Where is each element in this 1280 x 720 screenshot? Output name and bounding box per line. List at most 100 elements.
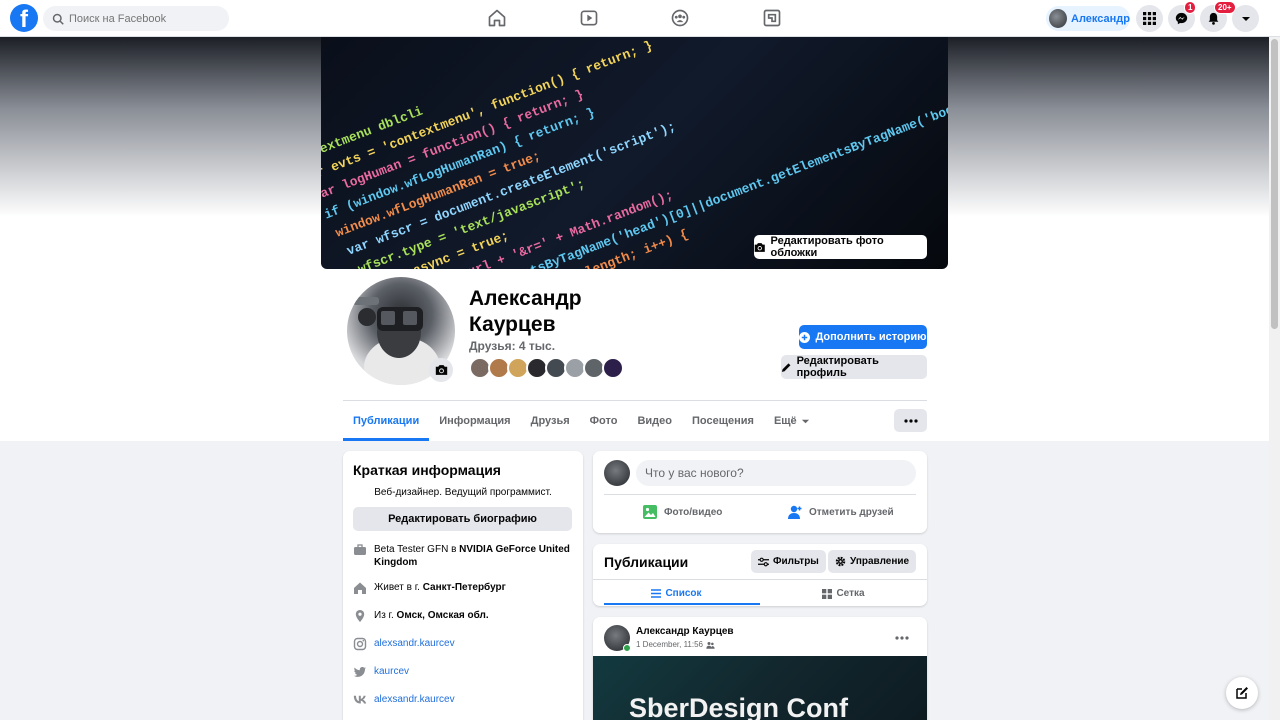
tab-videos[interactable]: Видео [627,401,682,441]
friends-audience-icon [706,641,715,649]
tab-posts[interactable]: Публикации [343,401,430,441]
post-author[interactable]: Александр Каурцев [636,626,734,637]
photo-video-button[interactable]: Фото/видео [642,504,722,520]
update-profile-picture-button[interactable] [429,358,453,382]
messenger-button[interactable]: 1 [1168,1,1197,32]
lives-city-link[interactable]: Санкт-Петербург [423,582,506,593]
location-pin-icon [355,610,365,622]
edit-bio-button[interactable]: Редактировать биографию [353,507,572,531]
tag-friends-icon [788,505,802,519]
intro-card: Краткая информация Веб-дизайнер. Ведущий… [343,451,583,720]
instagram-icon [353,637,367,651]
grid-view-label: Сетка [836,588,865,599]
filters-label: Фильтры [773,556,819,567]
tab-friends[interactable]: Друзья [521,401,580,441]
grid-view-tab[interactable]: Сетка [760,581,927,606]
cover-code-line: var evts = 'contextmenu', function() { r… [321,38,655,186]
tab-about[interactable]: Информация [429,401,520,441]
caret-down-icon [1241,16,1250,21]
facebook-logo[interactable]: f [10,4,38,32]
search-box[interactable] [43,6,229,31]
posts-title: Публикации [604,554,689,570]
instagram-link[interactable]: alexsandr.kaurcev [374,637,455,651]
intro-from: Из г. Омск, Омская обл. [353,609,573,623]
filters-button[interactable]: Фильтры [751,550,826,573]
new-message-button[interactable] [1226,677,1258,709]
account-menu-button[interactable] [1232,5,1259,32]
posts-header-card: Публикации Фильтры Управление Список Сет… [593,544,927,606]
messenger-icon [1175,12,1188,25]
post-date[interactable]: 1 December, 11:56 [636,640,703,649]
post-options-button[interactable] [895,629,909,643]
more-dots-icon [895,636,909,640]
manage-label: Управление [850,556,910,567]
groups-icon[interactable] [670,8,690,28]
manage-posts-button[interactable]: Управление [828,550,917,573]
lives-prefix: Живет в г. [374,582,423,593]
top-navigation-bar: f Александр 1 20+ [0,0,1280,37]
search-input[interactable] [69,12,219,25]
vk-icon [353,695,367,704]
camera-icon [754,242,765,252]
intro-instagram: alexsandr.kaurcev [353,637,573,651]
profile-shortcut[interactable]: Александр [1046,6,1130,31]
grid-menu-icon [1143,12,1156,25]
edit-profile-label: Редактировать профиль [796,355,879,379]
briefcase-icon [354,544,366,555]
intro-title: Краткая информация [353,462,501,478]
twitter-icon [353,667,366,677]
home-icon [354,582,366,594]
post-image-text: SberDesign Conf [629,693,849,720]
tab-check-ins[interactable]: Посещения [682,401,764,441]
tag-friends-label: Отметить друзей [809,506,894,518]
home-icon[interactable] [487,8,507,28]
edit-cover-label: Редактировать фото обложки [770,235,884,259]
post-composer: Что у вас нового? Фото/видео Отметить др… [593,451,927,533]
edit-cover-button[interactable]: Редактировать фото обложки [754,235,927,259]
camera-icon [435,365,447,375]
add-story-button[interactable]: Дополнить историю [799,325,927,349]
scrollbar-thumb[interactable] [1271,39,1278,329]
twitter-link[interactable]: kaurcev [374,665,409,679]
tag-friends-button[interactable]: Отметить друзей [787,504,894,520]
online-status-indicator [623,644,631,652]
list-icon [651,589,662,598]
grid-icon [822,588,833,599]
pencil-icon [781,362,791,372]
gear-icon [835,556,846,567]
search-icon [52,13,64,25]
active-view-indicator [604,603,760,605]
intro-lives: Живет в г. Санкт-Петербург [353,581,573,595]
work-prefix: Beta Tester GFN в [374,544,460,555]
profile-more-options-button[interactable] [894,409,927,432]
profile-shortcut-name: Александр [1071,12,1130,25]
from-prefix: Из г. [374,610,397,621]
page-scrollbar[interactable] [1269,37,1280,720]
list-view-label: Список [665,588,702,599]
edit-profile-button[interactable]: Редактировать профиль [781,355,927,379]
more-dots-icon [903,418,918,423]
posts-divider [593,579,927,580]
intro-work: Beta Tester GFN в NVIDIA GeForce United … [353,543,573,569]
avatar [1049,9,1068,28]
plus-circle-icon [799,331,811,343]
intro-twitter: kaurcev [353,665,573,679]
gaming-icon[interactable] [762,8,782,28]
post-meta: 1 December, 11:56 [636,640,715,649]
caret-down-icon [801,419,809,423]
tab-more[interactable]: Ещё [764,401,820,441]
menu-button[interactable] [1136,5,1163,32]
avatar[interactable] [604,460,630,486]
friends-count[interactable]: Друзья: 4 тыс. [469,339,555,353]
whats-new-input[interactable]: Что у вас нового? [636,460,916,486]
watch-video-icon[interactable] [579,8,599,28]
photo-icon [643,505,657,519]
post-card: Александр Каурцев 1 December, 11:56 Sber… [593,617,927,720]
friend-avatar[interactable] [602,357,624,379]
from-city-link[interactable]: Омск, Омская обл. [397,610,489,621]
notifications-button[interactable]: 20+ [1200,1,1236,32]
vk-link[interactable]: alexsandr.kaurcev [374,693,455,707]
compose-message-icon [1236,687,1248,699]
tab-photos[interactable]: Фото [580,401,628,441]
composer-divider [604,494,916,495]
